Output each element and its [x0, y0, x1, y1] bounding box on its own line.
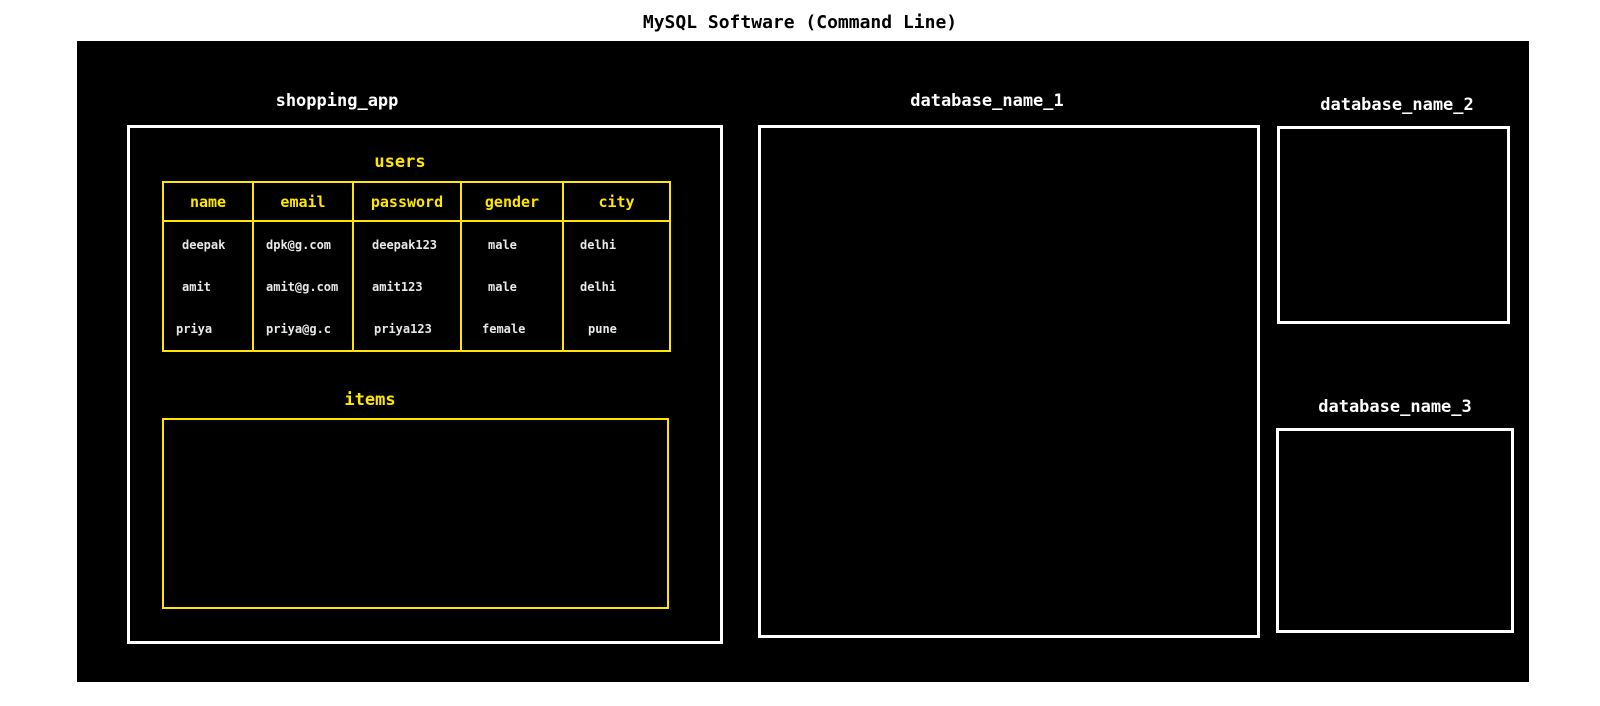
table-title-items: items	[344, 390, 396, 410]
cell-gender: male	[460, 221, 564, 266]
table-row: amit amit@g.com amit123 male delhi	[162, 266, 671, 308]
cell-city: delhi	[562, 266, 671, 308]
users-header-row: name email password gender city	[162, 181, 671, 222]
table-row: priya priya@g.c priya123 female pune	[162, 308, 671, 351]
cell-email: dpk@g.com	[252, 221, 354, 266]
database-label-1: database_name_1	[910, 91, 1064, 111]
column-header-email: email	[252, 181, 354, 222]
cell-password: priya123	[352, 308, 462, 351]
page-title: MySQL Software (Command Line)	[642, 12, 958, 33]
column-header-gender: gender	[460, 181, 564, 222]
cell-password: amit123	[352, 266, 462, 308]
database-box-2	[1277, 126, 1510, 324]
column-header-city: city	[562, 181, 671, 222]
cell-city: delhi	[562, 221, 671, 266]
cell-name: amit	[162, 266, 254, 308]
database-box-3	[1276, 428, 1514, 633]
database-label-3: database_name_3	[1318, 397, 1472, 417]
cell-name: priya	[162, 308, 254, 351]
database-label-2: database_name_2	[1320, 95, 1474, 115]
cell-city: pune	[562, 308, 671, 351]
column-header-name: name	[162, 181, 254, 222]
table-row: deepak dpk@g.com deepak123 male delhi	[162, 221, 671, 266]
cell-name: deepak	[162, 221, 254, 266]
cell-email: priya@g.c	[252, 308, 354, 351]
cell-gender: female	[460, 308, 564, 351]
items-table-box	[162, 418, 669, 609]
users-table: name email password gender city deepak d…	[162, 181, 671, 352]
database-label-shopping-app: shopping_app	[275, 91, 399, 111]
cell-password: deepak123	[352, 221, 462, 266]
column-header-password: password	[352, 181, 462, 222]
database-box-1	[758, 125, 1260, 638]
cell-email: amit@g.com	[252, 266, 354, 308]
table-title-users: users	[374, 152, 426, 172]
cell-gender: male	[460, 266, 564, 308]
